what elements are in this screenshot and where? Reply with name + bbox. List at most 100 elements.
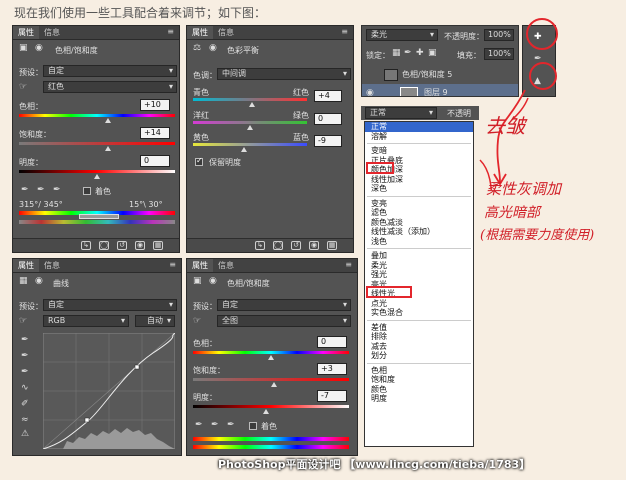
hand-scrub-icon[interactable]: ☞ — [19, 316, 27, 326]
lock-all-icon[interactable]: ▣ — [428, 48, 437, 58]
view-previous-icon[interactable]: ◯ — [273, 241, 283, 250]
trash-icon[interactable]: ▦ — [327, 241, 337, 250]
blend-mode-option[interactable]: 深色 — [365, 184, 473, 194]
visibility-icon[interactable]: ◉ — [135, 241, 145, 250]
blend-mode-option[interactable]: 溶解 — [365, 132, 473, 142]
tab-info[interactable]: 信息 — [39, 26, 65, 39]
auto-button[interactable]: 自动 — [135, 315, 175, 327]
blend-mode-option[interactable]: 差值 — [365, 323, 473, 333]
blend-mode-option[interactable]: 变暗 — [365, 146, 473, 156]
magenta-green-slider-knob[interactable] — [247, 125, 253, 130]
blend-mode-option[interactable]: 线性减淡（添加） — [365, 227, 473, 237]
reset-icon[interactable]: ↺ — [291, 241, 301, 250]
preset-select[interactable]: 自定 — [217, 299, 351, 311]
eyedropper-plus-icon[interactable]: ✒ — [37, 185, 45, 195]
blend-mode-option[interactable]: 色相 — [365, 366, 473, 376]
preserve-luminosity-checkbox[interactable]: ✓ — [195, 156, 203, 166]
preset-select[interactable]: 自定 — [43, 65, 177, 77]
blend-mode-option[interactable]: 强光 — [365, 270, 473, 280]
lightness-input[interactable]: -7 — [317, 390, 347, 402]
lock-pixels-icon[interactable]: ▦ — [392, 48, 401, 58]
blend-mode-option[interactable]: 减去 — [365, 342, 473, 352]
reset-icon[interactable]: ↺ — [117, 241, 127, 250]
blend-mode-option[interactable]: 变亮 — [365, 199, 473, 209]
eyedropper-icon[interactable]: ✒ — [21, 185, 29, 195]
panel-menu-icon[interactable]: ≡ — [336, 26, 353, 39]
magenta-green-input[interactable]: 0 — [314, 113, 342, 125]
clipping-warning-icon[interactable]: ⚠ — [21, 429, 29, 439]
view-previous-icon[interactable]: ◯ — [99, 241, 109, 250]
lightness-slider-knob[interactable] — [263, 409, 270, 414]
eyedropper-minus-icon[interactable]: ✒ — [53, 185, 61, 195]
blend-mode-option[interactable]: 实色混合 — [365, 308, 473, 318]
tab-properties[interactable]: 属性 — [187, 26, 213, 39]
curve-point-tool-icon[interactable]: ∿ — [21, 383, 29, 393]
eyedropper-plus-icon[interactable]: ✒ — [211, 420, 219, 430]
blend-mode-option[interactable]: 浅色 — [365, 237, 473, 247]
tone-select[interactable]: 中间调 — [217, 68, 351, 80]
eyedropper-white-icon[interactable]: ✒ — [21, 367, 29, 377]
cyan-red-slider-track[interactable] — [193, 98, 307, 101]
eye-icon[interactable]: ◉ — [366, 84, 374, 96]
blend-mode-option[interactable]: 正常 — [365, 122, 473, 132]
blend-mode-option[interactable]: 线性加深 — [365, 175, 473, 185]
colorize-checkbox[interactable] — [83, 187, 91, 195]
saturation-input[interactable]: +14 — [140, 127, 170, 139]
blend-mode-option[interactable]: 划分 — [365, 351, 473, 361]
lock-paint-icon[interactable]: ✒ — [404, 48, 412, 58]
channel-select[interactable]: RGB — [43, 315, 129, 327]
hue-slider-track[interactable] — [19, 114, 175, 117]
blend-mode-option[interactable]: 颜色 — [365, 385, 473, 395]
blend-mode-option[interactable]: 饱和度 — [365, 375, 473, 385]
lightness-slider-knob[interactable] — [94, 174, 100, 179]
saturation-slider-knob[interactable] — [104, 146, 111, 151]
blend-mode-option[interactable]: 颜色减淡 — [365, 218, 473, 228]
mask-icon[interactable]: ◉ — [209, 43, 217, 53]
blend-mode-select[interactable]: 柔光 — [366, 29, 438, 41]
fill-input[interactable]: 100% — [484, 48, 514, 60]
blend-mode-select[interactable]: 正常 — [365, 107, 437, 119]
blend-mode-option[interactable]: 明度 — [365, 394, 473, 404]
smooth-icon[interactable]: ≈ — [21, 415, 29, 425]
hue-input[interactable]: 0 — [317, 336, 347, 348]
cyan-red-slider-knob[interactable] — [249, 102, 256, 107]
eyedropper-minus-icon[interactable]: ✒ — [227, 420, 235, 430]
mask-icon[interactable]: ◉ — [209, 276, 217, 286]
lightness-slider-track[interactable] — [193, 405, 349, 408]
cyan-red-input[interactable]: +4 — [314, 90, 342, 102]
saturation-slider-track[interactable] — [19, 142, 175, 145]
tab-properties[interactable]: 属性 — [13, 259, 39, 272]
panel-menu-icon[interactable]: ≡ — [162, 26, 179, 39]
visibility-icon[interactable]: ◉ — [309, 241, 319, 250]
tab-info[interactable]: 信息 — [213, 259, 239, 272]
clip-layer-icon[interactable]: ↳ — [81, 241, 91, 250]
blend-mode-option[interactable]: 排除 — [365, 332, 473, 342]
hue-range-slider[interactable] — [79, 214, 119, 219]
mask-icon[interactable]: ◉ — [35, 43, 43, 53]
visibility-icon[interactable] — [366, 66, 376, 76]
yellow-blue-slider-track[interactable] — [193, 143, 307, 146]
hand-scrub-icon[interactable]: ☞ — [19, 82, 27, 92]
hue-slider-knob[interactable] — [268, 355, 274, 360]
clip-layer-icon[interactable]: ↳ — [255, 241, 265, 250]
curves-graph[interactable] — [43, 333, 175, 449]
saturation-input[interactable]: +3 — [317, 363, 347, 375]
eyedropper-icon[interactable]: ✒ — [195, 420, 203, 430]
preset-select[interactable]: 自定 — [43, 299, 177, 311]
tab-properties[interactable]: 属性 — [187, 259, 213, 272]
hand-scrub-icon[interactable]: ☞ — [193, 316, 201, 326]
tab-properties[interactable]: 属性 — [13, 26, 39, 39]
eyedropper-gray-icon[interactable]: ✒ — [21, 351, 29, 361]
blend-mode-option[interactable]: 柔光 — [365, 261, 473, 271]
blend-mode-option[interactable]: 点光 — [365, 299, 473, 309]
pencil-tool-icon[interactable]: ✐ — [21, 399, 29, 409]
panel-menu-icon[interactable]: ≡ — [164, 259, 181, 272]
panel-menu-icon[interactable]: ≡ — [340, 259, 357, 272]
lightness-slider-track[interactable] — [19, 170, 175, 173]
lock-move-icon[interactable]: ✚ — [416, 48, 424, 58]
hue-slider-track[interactable] — [193, 351, 349, 354]
eyedropper-black-icon[interactable]: ✒ — [21, 335, 29, 345]
blend-mode-option[interactable]: 滤色 — [365, 208, 473, 218]
tab-info[interactable]: 信息 — [213, 26, 239, 39]
colorize-checkbox[interactable] — [249, 422, 257, 430]
